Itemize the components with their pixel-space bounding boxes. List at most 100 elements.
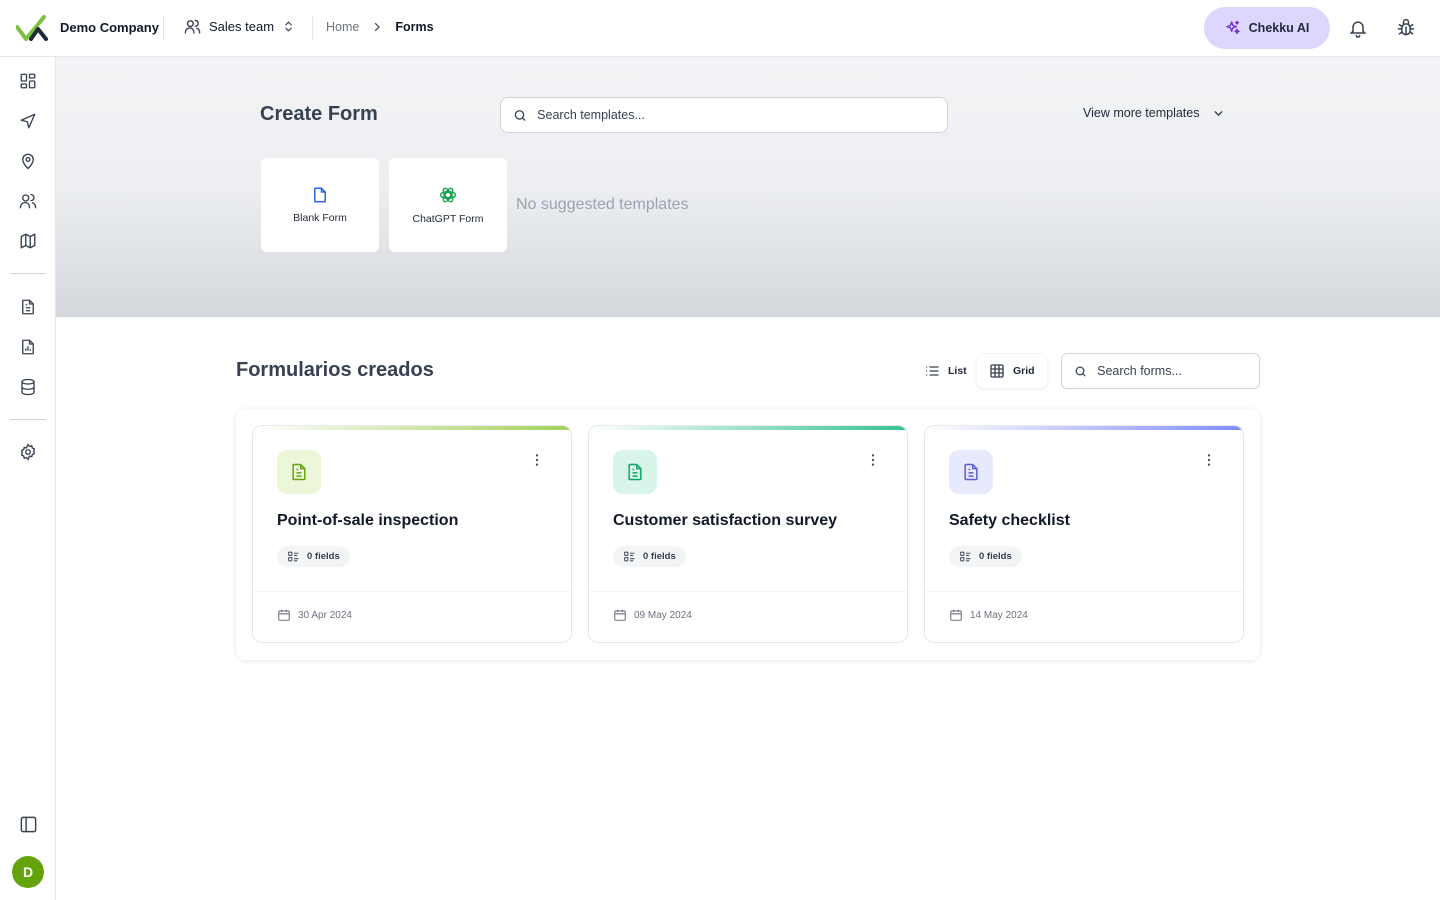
sidebar-item-forms[interactable] <box>16 295 40 319</box>
forms-icon <box>22 299 34 315</box>
card-menu-button[interactable] <box>1199 450 1219 470</box>
form-card[interactable]: Safety checklist 0 fields 14 May 2024 <box>924 425 1244 643</box>
breadcrumb-current: Forms <box>395 20 434 34</box>
card-accent-bar <box>589 426 907 430</box>
notifications-button[interactable] <box>1346 16 1370 40</box>
sidebar-item-reports[interactable] <box>16 335 40 359</box>
fields-list-icon <box>288 551 299 562</box>
bug-icon <box>1397 18 1415 36</box>
card-menu-button[interactable] <box>863 450 883 470</box>
top-bar: Demo Company Sales team Home Forms Chekk… <box>0 0 1440 57</box>
form-icon-badge <box>949 450 993 494</box>
sidebar-divider <box>10 273 46 274</box>
breadcrumb: Home Forms <box>326 20 434 34</box>
template-search-input[interactable] <box>537 108 947 122</box>
sidebar-item-locations[interactable] <box>16 149 40 173</box>
grid-view-button[interactable]: Grid <box>976 353 1048 389</box>
card-divider <box>589 591 907 592</box>
view-more-templates[interactable]: View more templates <box>1083 106 1225 120</box>
users-icon <box>19 193 37 209</box>
avatar[interactable]: D <box>12 856 44 888</box>
settings-icon <box>20 443 36 461</box>
form-title[interactable]: Customer satisfaction survey <box>613 512 837 530</box>
sidebar-item-settings[interactable] <box>16 440 40 464</box>
forms-search[interactable] <box>1061 353 1260 389</box>
template-card-blank[interactable]: Blank Form <box>261 158 379 252</box>
form-date: 30 Apr 2024 <box>277 608 352 622</box>
empty-suggestions-message: No suggested templates <box>516 196 689 213</box>
forms-grid: Point-of-sale inspection 0 fields 30 Apr… <box>236 409 1260 660</box>
fields-count: 0 fields <box>979 551 1012 562</box>
fields-badge: 0 fields <box>613 546 686 567</box>
chevron-right-icon <box>375 22 381 32</box>
bell-icon <box>1349 21 1367 38</box>
forms-search-input[interactable] <box>1097 364 1259 378</box>
document-icon <box>964 463 978 481</box>
document-icon <box>292 463 306 481</box>
form-icon-badge <box>277 450 321 494</box>
card-accent-bar <box>925 426 1243 430</box>
sparkles-icon <box>1225 20 1240 34</box>
form-title[interactable]: Safety checklist <box>949 512 1070 530</box>
chevron-up-down-icon <box>285 21 292 32</box>
form-card[interactable]: Point-of-sale inspection 0 fields 30 Apr… <box>252 425 572 643</box>
report-bug-button[interactable] <box>1394 16 1418 40</box>
document-icon <box>628 463 642 481</box>
sidebar-item-users[interactable] <box>16 189 40 213</box>
card-accent-bar <box>253 426 571 430</box>
sidebar-divider <box>10 419 46 420</box>
template-search[interactable] <box>500 97 948 133</box>
send-icon <box>20 113 36 129</box>
openai-icon <box>439 187 457 203</box>
template-label: Blank Form <box>293 212 347 224</box>
calendar-icon <box>278 609 290 621</box>
sidebar-item-map[interactable] <box>16 229 40 253</box>
more-vertical-icon <box>871 454 875 466</box>
form-card[interactable]: Customer satisfaction survey 0 fields 09… <box>588 425 908 643</box>
list-view-button[interactable]: List <box>912 353 979 389</box>
form-date-text: 09 May 2024 <box>634 609 692 621</box>
fields-count: 0 fields <box>643 551 676 562</box>
template-card-chatgpt[interactable]: ChatGPT Form <box>389 158 507 252</box>
fields-list-icon <box>960 551 971 562</box>
section-title: Formularios creados <box>236 359 434 381</box>
logo[interactable] <box>16 15 48 41</box>
chevron-down-icon <box>1214 110 1222 116</box>
card-menu-button[interactable] <box>527 450 547 470</box>
breadcrumb-home[interactable]: Home <box>326 20 359 34</box>
search-icon <box>1075 366 1086 376</box>
fields-count: 0 fields <box>307 551 340 562</box>
sidebar: D <box>0 57 56 900</box>
team-label: Sales team <box>209 19 275 34</box>
divider <box>312 16 313 40</box>
team-selector[interactable]: Sales team <box>184 18 295 35</box>
sidebar-toggle-icon <box>20 816 36 832</box>
map-pin-icon <box>22 153 34 170</box>
sidebar-item-dashboard[interactable] <box>16 69 40 93</box>
form-date-text: 30 Apr 2024 <box>298 609 352 621</box>
create-form-section: Create Form View more templates Blank Fo… <box>56 57 1440 317</box>
form-title[interactable]: Point-of-sale inspection <box>277 512 458 530</box>
more-vertical-icon <box>1207 454 1211 466</box>
company-name: Demo Company <box>60 20 159 35</box>
sidebar-toggle-button[interactable] <box>16 812 40 836</box>
grid-view-label: Grid <box>1013 365 1035 377</box>
dashboard-icon <box>20 73 36 89</box>
calendar-icon <box>614 609 626 621</box>
page-title: Create Form <box>260 103 378 125</box>
file-icon <box>314 187 326 203</box>
sidebar-item-database[interactable] <box>16 375 40 399</box>
chekku-ai-button[interactable]: Chekku AI <box>1204 7 1330 49</box>
form-date: 09 May 2024 <box>613 608 692 622</box>
fields-badge: 0 fields <box>949 546 1022 567</box>
more-vertical-icon <box>535 454 539 466</box>
chekku-ai-label: Chekku AI <box>1248 21 1310 35</box>
map-icon <box>20 233 36 249</box>
sidebar-item-routes[interactable] <box>16 109 40 133</box>
list-icon <box>926 366 939 376</box>
fields-badge: 0 fields <box>277 546 350 567</box>
card-divider <box>253 591 571 592</box>
database-icon <box>21 378 35 396</box>
form-date-text: 14 May 2024 <box>970 609 1028 621</box>
template-label: ChatGPT Form <box>412 213 484 225</box>
